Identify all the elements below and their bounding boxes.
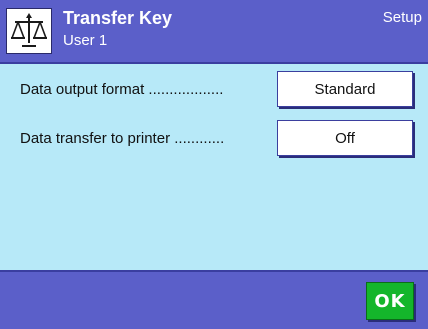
user-subtitle: User 1	[63, 32, 108, 49]
balance-scale-icon	[6, 8, 52, 54]
setting-label-data-output-format: Data output format	[20, 81, 145, 98]
page-title: Transfer Key	[63, 8, 173, 28]
header-bar: Transfer Key User 1 Setup	[0, 0, 428, 64]
ok-button[interactable]: OK	[366, 282, 414, 320]
footer-bar: OK	[0, 270, 428, 329]
leader-dots: ..................	[148, 81, 224, 98]
terminal-screen: Transfer Key User 1 Setup Data output fo…	[0, 0, 428, 329]
setting-row-label: Data output format ..................	[20, 81, 223, 98]
setting-label-data-transfer-to-printer: Data transfer to printer	[20, 130, 171, 147]
leader-dots: ............	[174, 130, 225, 147]
settings-panel: Data output format .................. St…	[0, 64, 428, 270]
data-transfer-to-printer-button[interactable]: Off	[277, 120, 413, 156]
setting-row-label: Data transfer to printer ............	[20, 130, 224, 147]
data-output-format-button[interactable]: Standard	[277, 71, 413, 107]
context-label: Setup	[382, 9, 422, 26]
